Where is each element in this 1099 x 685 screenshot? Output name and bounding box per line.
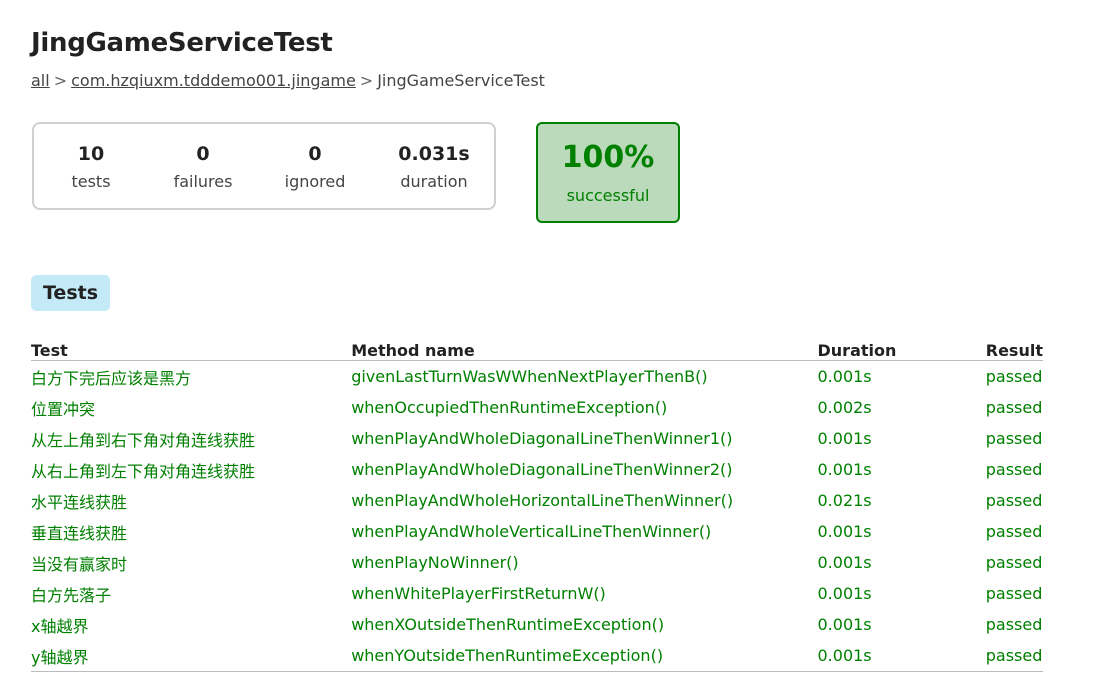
table-row: 水平连线获胜 whenPlayAndWholeHorizontalLineThe… (31, 485, 1043, 516)
result-cell: passed (985, 615, 1043, 634)
counter-tests-value: 10 (77, 143, 105, 165)
success-rate-box: 100% successful (536, 122, 680, 223)
table-row: 白方下完后应该是黑方 givenLastTurnWasWWhenNextPlay… (31, 361, 1043, 393)
result-cell: passed (985, 367, 1043, 386)
breadcrumb-separator: > (359, 71, 374, 90)
duration-cell: 0.001s (817, 429, 872, 448)
method-name-cell: whenPlayAndWholeDiagonalLineThenWinner2(… (351, 460, 733, 479)
counter-tests: 10 tests (71, 142, 110, 192)
table-row: x轴越界 whenXOutsideThenRuntimeException() … (31, 609, 1043, 640)
result-cell: passed (985, 584, 1043, 603)
test-name-cell: 垂直连线获胜 (31, 523, 128, 543)
duration-cell: 0.001s (817, 615, 872, 634)
test-name-cell: y轴越界 (31, 640, 352, 672)
counter-ignored: 0 ignored (285, 142, 346, 192)
breadcrumb-link-all[interactable]: all (31, 71, 50, 90)
summary-box: 10 tests 0 failures 0 ignored 0.031s dur… (32, 122, 496, 210)
success-rate-value: 100% (561, 140, 655, 175)
counter-ignored-value: 0 (308, 143, 322, 165)
result-cell: passed (985, 640, 1043, 672)
method-name-cell: whenOccupiedThenRuntimeException() (351, 398, 668, 417)
test-name-cell: 水平连线获胜 (31, 492, 128, 512)
method-name-cell: whenPlayAndWholeVerticalLineThenWinner() (351, 522, 712, 541)
breadcrumb: all > com.hzqiuxm.tdddemo001.jingame > JingG… (31, 71, 545, 90)
test-name-cell: 白方先落子 (31, 585, 112, 605)
test-name-cell: 从左上角到右下角对角连线获胜 (31, 430, 256, 450)
duration-cell: 0.021s (817, 491, 872, 510)
method-name-cell: whenYOutsideThenRuntimeException() (351, 640, 818, 672)
method-name-cell: whenPlayAndWholeDiagonalLineThenWinner1(… (351, 429, 733, 448)
method-name-cell: whenXOutsideThenRuntimeException() (351, 615, 665, 634)
tab-tests[interactable]: Tests (31, 275, 111, 311)
test-name-cell: 白方下完后应该是黑方 (31, 368, 192, 388)
test-name-cell: 从右上角到左下角对角连线获胜 (31, 461, 256, 481)
method-name-cell: whenWhitePlayerFirstReturnW() (351, 584, 606, 603)
result-cell: passed (985, 460, 1043, 479)
method-name-cell: givenLastTurnWasWWhenNextPlayerThenB() (351, 367, 708, 386)
duration-cell: 0.001s (817, 553, 872, 572)
result-cell: passed (985, 429, 1043, 448)
duration-cell: 0.001s (817, 460, 872, 479)
counter-failures-label: failures (173, 172, 233, 191)
column-header-result: Result (985, 338, 1043, 361)
result-cell: passed (985, 522, 1043, 541)
result-cell: passed (985, 491, 1043, 510)
counter-tests-label: tests (71, 172, 111, 191)
result-cell: passed (985, 398, 1043, 417)
breadcrumb-link-package[interactable]: com.hzqiuxm.tdddemo001.jingame (71, 71, 356, 90)
table-header-row: Test Method name Duration Result (31, 338, 1043, 361)
duration-cell: 0.002s (817, 398, 872, 417)
test-name-cell: 当没有赢家时 (31, 554, 128, 574)
tests-table: Test Method name Duration Result 白方下完后应该… (31, 338, 1043, 672)
counter-ignored-label: ignored (284, 172, 346, 191)
column-header-duration: Duration (817, 338, 986, 361)
breadcrumb-current: JingGameServiceTest (377, 71, 545, 90)
table-row: y轴越界 whenYOutsideThenRuntimeException() … (31, 640, 1043, 672)
counter-duration: 0.031s duration (398, 142, 469, 192)
method-name-cell: whenPlayAndWholeHorizontalLineThenWinner… (351, 491, 734, 510)
counter-duration-label: duration (400, 172, 468, 191)
test-name-cell: 位置冲突 (31, 399, 96, 419)
table-row: 位置冲突 whenOccupiedThenRuntimeException() … (31, 392, 1043, 423)
duration-cell: 0.001s (817, 522, 872, 541)
success-rate-label: successful (566, 186, 650, 205)
table-row: 从右上角到左下角对角连线获胜 whenPlayAndWholeDiagonalL… (31, 454, 1043, 485)
counter-failures: 0 failures (174, 142, 233, 192)
counter-duration-value: 0.031s (398, 143, 470, 165)
counter-failures-value: 0 (196, 143, 210, 165)
table-row: 垂直连线获胜 whenPlayAndWholeVerticalLineThenW… (31, 516, 1043, 547)
breadcrumb-separator: > (53, 71, 68, 90)
duration-cell: 0.001s (817, 584, 872, 603)
page-title: JingGameServiceTest (31, 28, 333, 58)
duration-cell: 0.001s (817, 367, 872, 386)
duration-cell: 0.001s (817, 640, 986, 672)
column-header-method: Method name (351, 338, 818, 361)
column-header-test: Test (31, 338, 352, 361)
table-row: 从左上角到右下角对角连线获胜 whenPlayAndWholeDiagonalL… (31, 423, 1043, 454)
table-row: 当没有赢家时 whenPlayNoWinner() 0.001s passed (31, 547, 1043, 578)
test-name-cell: x轴越界 (31, 616, 89, 636)
method-name-cell: whenPlayNoWinner() (351, 553, 519, 572)
table-row: 白方先落子 whenWhitePlayerFirstReturnW() 0.00… (31, 578, 1043, 609)
result-cell: passed (985, 553, 1043, 572)
